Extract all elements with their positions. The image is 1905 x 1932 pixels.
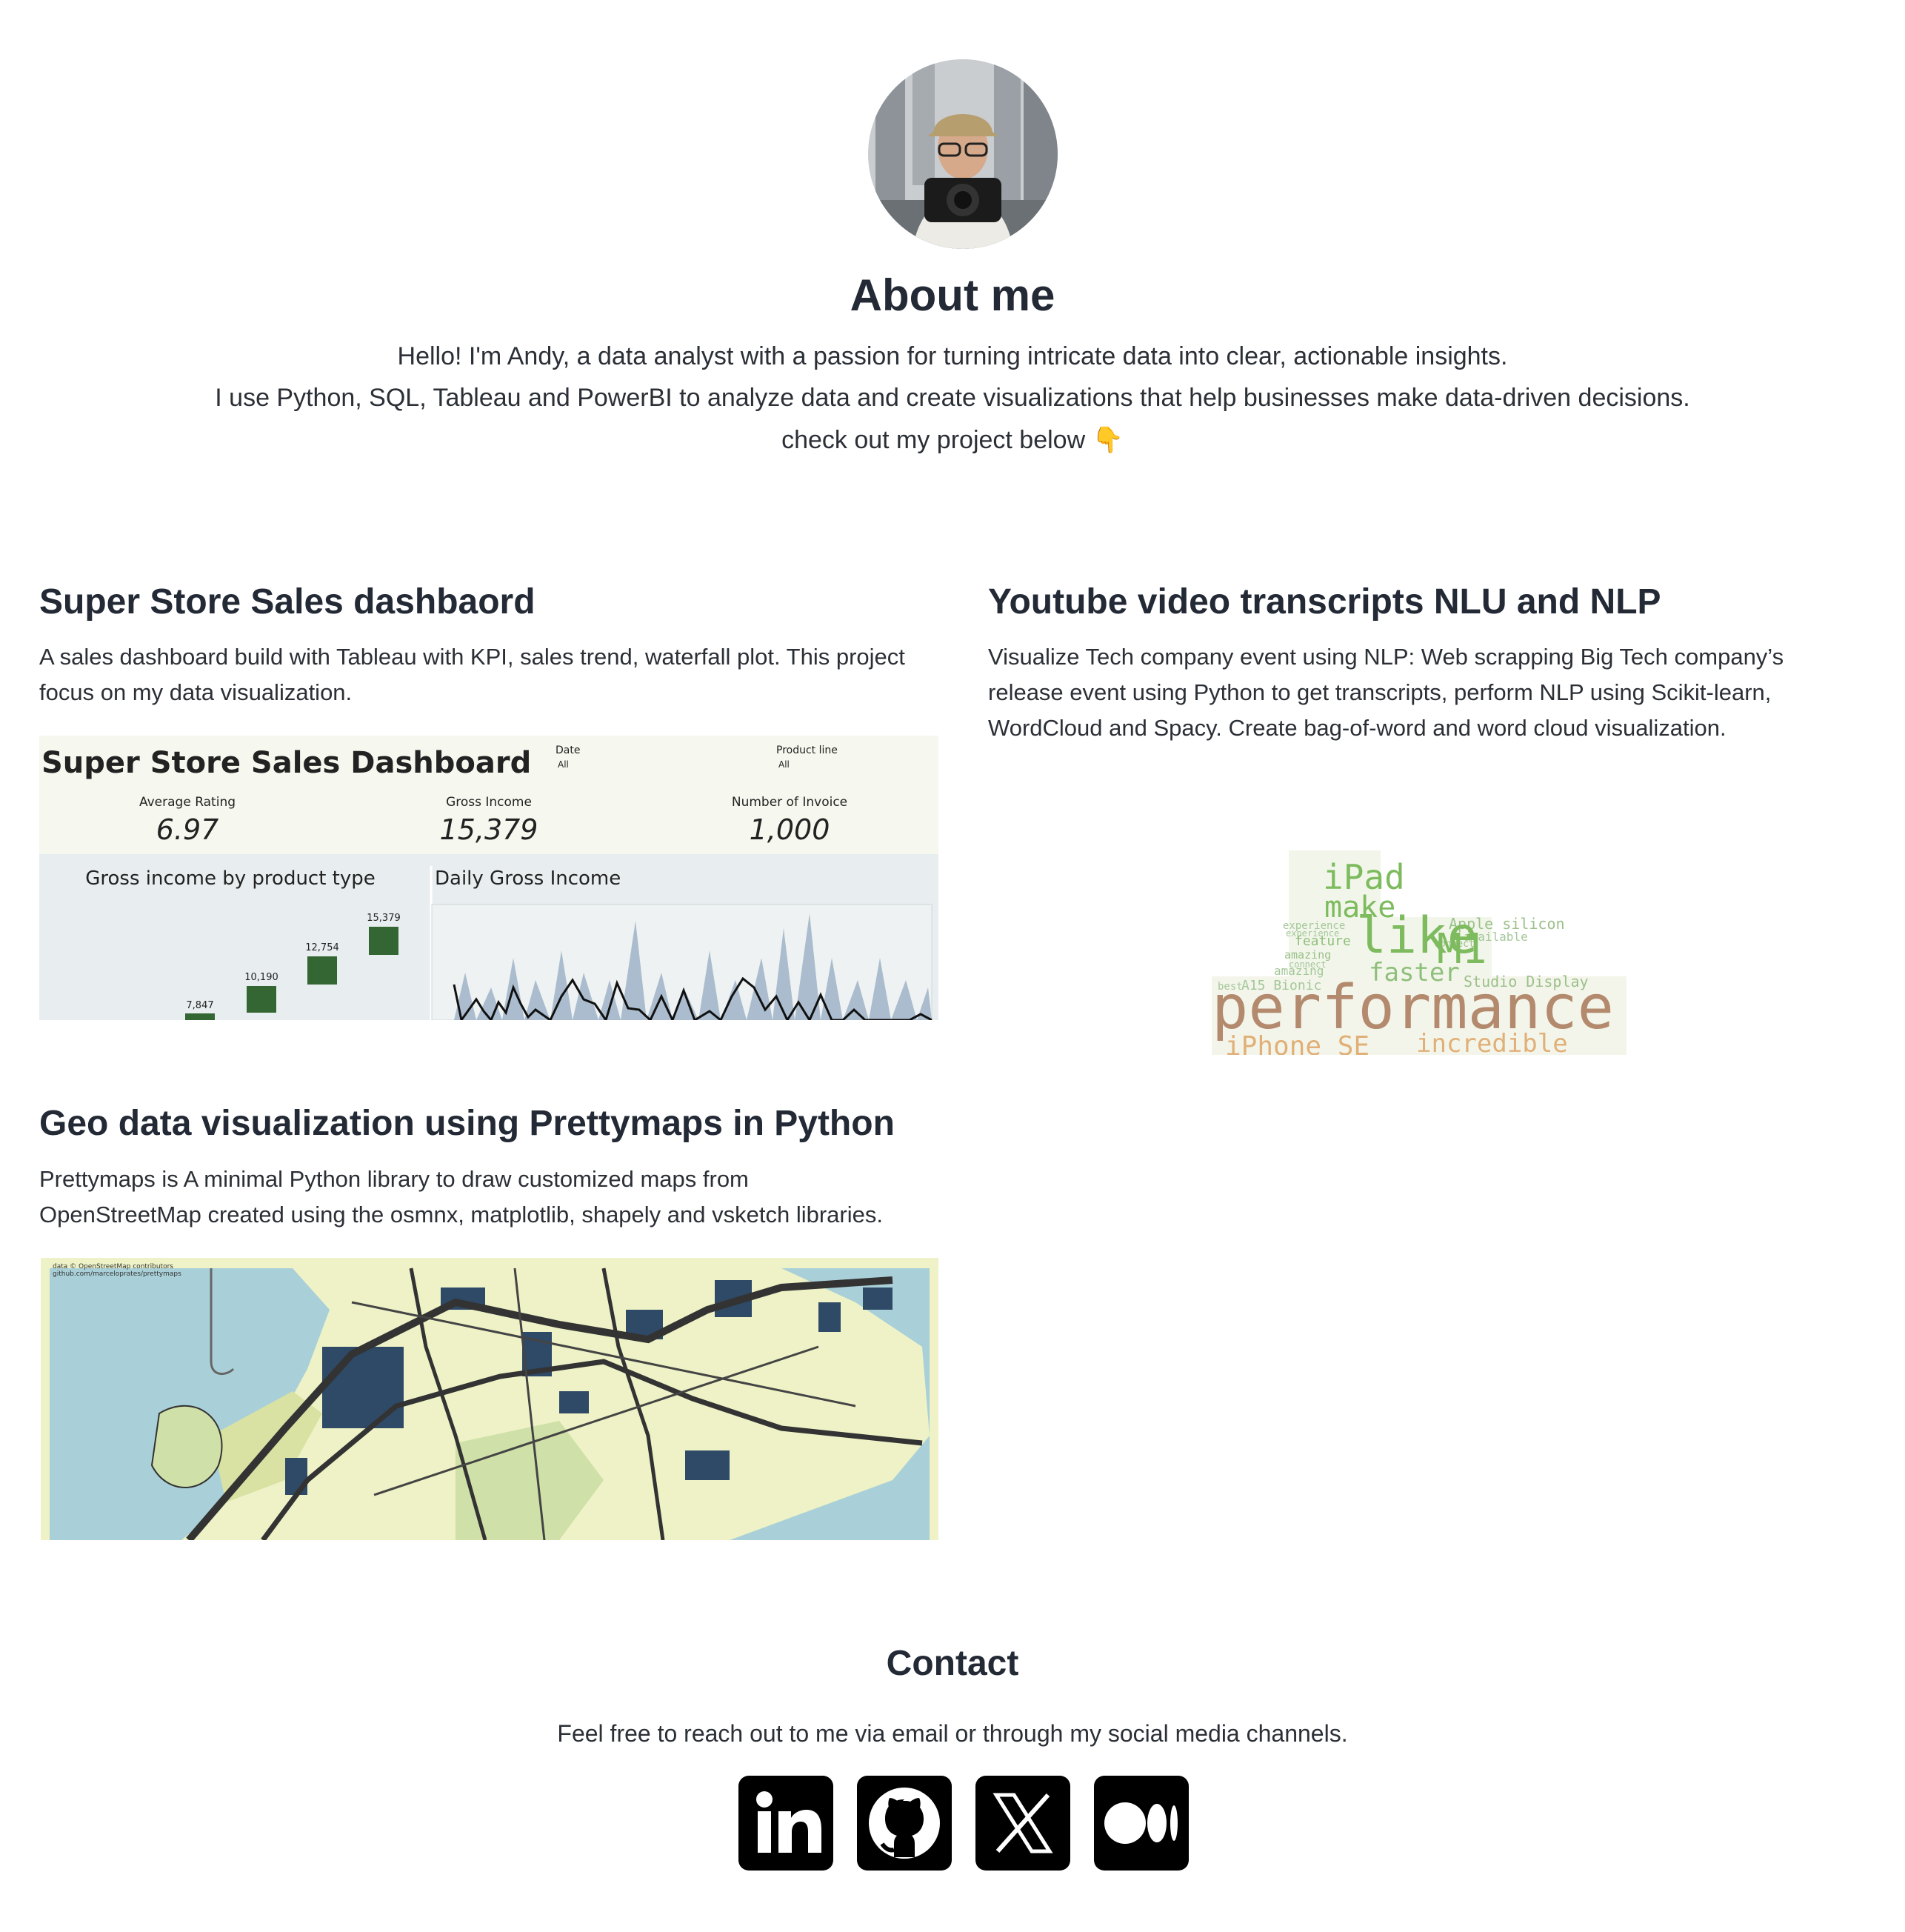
word: A15 Bionic xyxy=(1241,978,1321,993)
map-credit: data © OpenStreetMap contributors xyxy=(53,1263,173,1270)
word: best xyxy=(1218,981,1243,993)
waterfall-bar xyxy=(369,927,398,955)
github-icon xyxy=(869,1788,940,1859)
kpi-label: Gross Income xyxy=(446,795,532,810)
project-desc-line: OpenStreetMap created using the osmnx, m… xyxy=(39,1202,883,1228)
kpi-label: Average Rating xyxy=(139,795,236,810)
x-icon xyxy=(992,1793,1053,1853)
project-desc-line: release event using Python to get transc… xyxy=(988,679,1772,705)
project-desc-line: Prettymaps is A minimal Python library t… xyxy=(39,1166,749,1192)
wordcloud-thumbnail[interactable]: connect experience amazing feature iPad … xyxy=(1212,850,1627,1055)
bar-label: 15,379 xyxy=(367,913,401,924)
intro-line-3: check out my project below 👇 xyxy=(781,426,1124,454)
intro-line-2: I use Python, SQL, Tableau and PowerBI t… xyxy=(215,384,1690,412)
bar-label: 12,754 xyxy=(305,942,339,953)
intro-line-1: Hello! I'm Andy, a data analyst with a p… xyxy=(397,342,1508,370)
medium-button[interactable] xyxy=(1094,1776,1189,1871)
kpi-value: 1,000 xyxy=(750,813,830,846)
kpi-value: 15,379 xyxy=(440,813,538,846)
linkedin-button[interactable] xyxy=(738,1776,833,1871)
waterfall-bar xyxy=(307,956,337,985)
medium-icon xyxy=(1104,1802,1178,1844)
project-desc-line: WordCloud and Spacy. Create bag-of-word … xyxy=(988,715,1726,741)
dashboard-title: Super Store Sales Dashboard xyxy=(41,746,531,780)
github-button[interactable] xyxy=(857,1776,952,1871)
contact-title: Contact xyxy=(886,1644,1019,1683)
word: Studio Display xyxy=(1464,973,1589,990)
filter-date-value: All xyxy=(558,759,569,770)
project-desc-line: focus on my data visualization. xyxy=(39,679,353,705)
word: connect xyxy=(1289,959,1327,970)
project-title-prettymaps[interactable]: Geo data visualization using Prettymaps … xyxy=(39,1103,895,1144)
bar-label: 10,190 xyxy=(244,972,278,983)
project-title-sales-dashboard[interactable]: Super Store Sales dashbaord xyxy=(39,582,536,622)
contact-text: Feel free to reach out to me via email o… xyxy=(557,1720,1348,1747)
project-desc-line: A sales dashboard build with Tableau wit… xyxy=(39,644,905,670)
kpi-label: Number of Invoice xyxy=(732,795,847,810)
project-desc-line: Visualize Tech company event using NLP: … xyxy=(988,644,1784,670)
bar-label: 7,847 xyxy=(186,1000,213,1011)
prettymaps-thumbnail[interactable]: data © OpenStreetMap contributors github… xyxy=(41,1258,938,1540)
filter-date-label: Date xyxy=(556,745,580,756)
kpi-value: 6.97 xyxy=(156,813,219,846)
chart-title-daily-income: Daily Gross Income xyxy=(435,867,621,890)
about-title: About me xyxy=(850,270,1055,320)
map-credit: github.com/marceloprates/prettymaps xyxy=(53,1270,181,1278)
filter-product-value: All xyxy=(778,759,790,770)
filter-product-label: Product line xyxy=(776,745,838,756)
x-button[interactable] xyxy=(975,1776,1070,1871)
waterfall-bar xyxy=(185,1013,215,1020)
project-title-youtube-nlp[interactable]: Youtube video transcripts NLU and NLP xyxy=(988,582,1661,622)
waterfall-bar xyxy=(247,986,276,1013)
word: iPhone SE xyxy=(1225,1031,1369,1055)
avatar xyxy=(868,59,1058,249)
chart-title-gross-income: Gross income by product type xyxy=(85,867,376,890)
linkedin-icon xyxy=(756,1791,821,1853)
word: incredible xyxy=(1416,1029,1568,1055)
sales-dashboard-thumbnail[interactable]: Super Store Sales Dashboard Date All Pro… xyxy=(39,736,938,1020)
word: experience xyxy=(1286,928,1339,939)
